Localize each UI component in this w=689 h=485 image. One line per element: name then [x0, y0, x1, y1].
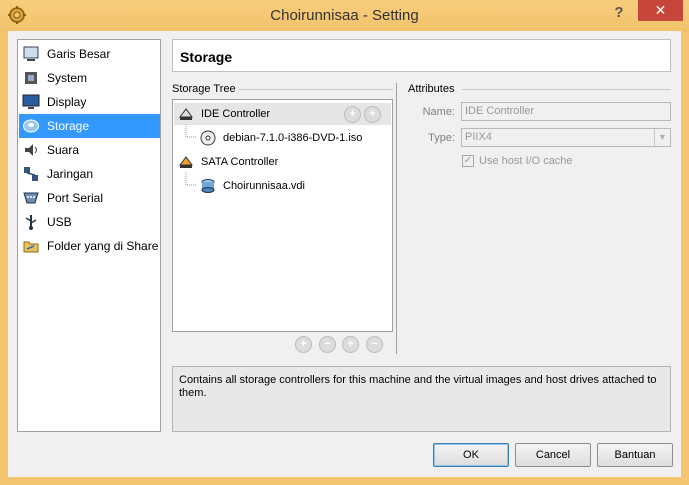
nav-item-display[interactable]: Display — [19, 90, 160, 114]
dialog-client: Garis Besar System Display Storage Suara… — [8, 31, 681, 477]
ide-controller-icon — [179, 108, 193, 120]
system-chip-icon — [25, 72, 37, 84]
remove-controller-icon[interactable]: − — [366, 336, 383, 353]
nav-item-label: Folder yang di Share — [47, 239, 159, 253]
settings-window: Choirunnisaa - Setting ? ✕ Garis Besar S… — [0, 0, 689, 485]
nav-item-usb[interactable]: USB — [19, 210, 160, 234]
storage-tree-label: Storage Tree — [172, 83, 236, 95]
nav-item-shared-folders[interactable]: Folder yang di Share — [19, 234, 160, 258]
ok-button[interactable]: OK — [433, 443, 509, 467]
attributes-label: Attributes — [408, 83, 455, 95]
storage-tree[interactable]: IDE Controller + + debian-7.1.0-i386-DVD… — [172, 99, 393, 332]
serial-port-icon — [23, 192, 39, 204]
nav-item-garis-besar[interactable]: Garis Besar — [19, 42, 160, 66]
window-title: Choirunnisaa - Setting — [270, 7, 419, 24]
nav-item-label: USB — [47, 215, 72, 229]
nav-item-label: Suara — [47, 143, 80, 157]
help-button[interactable]: Bantuan — [597, 443, 673, 467]
panel-splitter[interactable] — [396, 83, 397, 354]
settings-nav-list: Garis Besar System Display Storage Suara… — [17, 39, 161, 432]
cancel-button[interactable]: Cancel — [515, 443, 591, 467]
monitor-icon — [22, 94, 40, 109]
hard-disk-icon — [201, 179, 215, 193]
nav-item-label: Storage — [47, 119, 90, 133]
nav-item-label: System — [47, 71, 88, 85]
use-host-cache-label: Use host I/O cache — [479, 155, 573, 167]
tree-item-label: debian-7.1.0-i386-DVD-1.iso — [223, 132, 363, 144]
shared-folder-icon — [23, 241, 39, 253]
nav-item-suara[interactable]: Suara — [19, 138, 160, 162]
tree-item-vdi[interactable]: Choirunnisaa.vdi — [199, 175, 305, 197]
type-select[interactable]: PIIX4 ▼ — [461, 128, 671, 147]
group-divider — [239, 89, 393, 90]
title-bar[interactable]: Choirunnisaa - Setting ? ✕ — [0, 0, 689, 32]
nav-item-label: Jaringan — [47, 167, 94, 181]
tree-item-label: Choirunnisaa.vdi — [223, 180, 305, 192]
disk-icon — [23, 119, 39, 133]
usb-icon — [25, 215, 37, 230]
name-label: Name: — [422, 106, 455, 118]
type-select-value: PIIX4 — [465, 131, 492, 143]
tree-item-label: IDE Controller — [201, 108, 271, 120]
general-icon — [23, 46, 39, 61]
chevron-down-icon: ▼ — [654, 129, 670, 146]
add-attachment-icon[interactable]: + — [295, 336, 312, 353]
use-host-cache-checkbox[interactable]: ✓ — [462, 155, 474, 167]
optical-disc-icon — [200, 130, 216, 146]
add-hard-disk-icon[interactable]: + — [364, 106, 381, 123]
nav-item-label: Port Serial — [47, 191, 104, 205]
tree-connector-lines — [185, 124, 197, 186]
tree-item-label: SATA Controller — [201, 156, 279, 168]
nav-item-system[interactable]: System — [19, 66, 160, 90]
nav-item-jaringan[interactable]: Jaringan — [19, 162, 160, 186]
type-label: Type: — [428, 132, 455, 144]
nav-item-storage[interactable]: Storage — [19, 114, 160, 138]
close-button[interactable]: ✕ — [638, 0, 683, 21]
add-controller-icon[interactable]: + — [342, 336, 359, 353]
name-field[interactable]: IDE Controller — [461, 102, 671, 121]
add-optical-drive-icon[interactable]: + — [344, 106, 361, 123]
remove-attachment-icon[interactable]: − — [319, 336, 336, 353]
description-panel: Contains all storage controllers for thi… — [172, 366, 671, 432]
speaker-icon — [25, 144, 37, 156]
network-icon — [24, 167, 38, 181]
nav-item-label: Garis Besar — [47, 47, 111, 61]
group-divider — [462, 89, 671, 90]
nav-item-port-serial[interactable]: Port Serial — [19, 186, 160, 210]
tree-item-iso[interactable]: debian-7.1.0-i386-DVD-1.iso — [199, 127, 362, 149]
nav-item-label: Display — [47, 95, 87, 109]
page-title: Storage — [172, 39, 671, 72]
tree-item-ide-controller[interactable]: IDE Controller — [177, 103, 270, 125]
help-title-button[interactable]: ? — [610, 4, 628, 24]
